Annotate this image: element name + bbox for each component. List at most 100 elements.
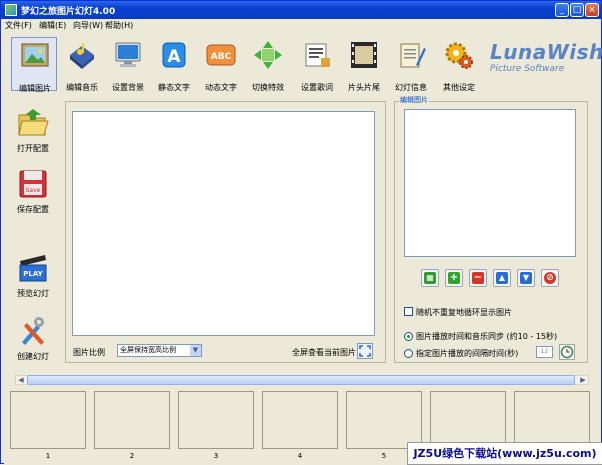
save-config-button[interactable]: Save 保存配置 xyxy=(7,168,59,228)
scrollbar-thumb[interactable] xyxy=(27,375,575,385)
monitor-icon xyxy=(115,42,141,67)
sidebar-label: 预览幻灯 xyxy=(17,289,49,298)
tool-label: 静态文字 xyxy=(158,83,190,92)
thumbnail-number: 4 xyxy=(297,452,303,460)
clock-icon xyxy=(560,345,574,359)
tool-intro-outro[interactable]: 片头片尾 xyxy=(341,37,387,92)
sync-music-radio[interactable] xyxy=(404,332,413,341)
thumbnail-slot[interactable] xyxy=(262,391,338,449)
thumbnail-slot[interactable] xyxy=(514,391,590,449)
ratio-value: 全屏保持宽高比例 xyxy=(120,346,176,354)
save-disk-icon: Save xyxy=(19,170,47,198)
clear-all-button[interactable]: ⊘ xyxy=(541,269,559,287)
menu-file[interactable]: 文件(F) xyxy=(5,20,32,31)
tool-label: 编辑音乐 xyxy=(66,83,98,92)
sidebar-label: 保存配置 xyxy=(17,205,49,214)
custom-interval-label: 指定图片播放的间隔时间(秒) xyxy=(416,349,519,358)
tool-label: 设置歌词 xyxy=(301,83,333,92)
svg-text:PLAY: PLAY xyxy=(23,270,43,278)
expand-icon xyxy=(359,345,371,357)
tool-label: 片头片尾 xyxy=(348,83,380,92)
picture-canvas[interactable] xyxy=(72,111,375,336)
edit-group-label: 编辑图片 xyxy=(399,95,429,105)
plus-icon: + xyxy=(448,272,460,284)
tool-label: 动态文字 xyxy=(205,83,237,92)
open-folder-icon xyxy=(18,109,49,136)
tool-label: 其他设定 xyxy=(443,83,475,92)
window-title: 梦幻之旅图片幻灯4.00 xyxy=(21,7,116,17)
title-bar[interactable]: 梦幻之旅图片幻灯4.00 _ □ × xyxy=(1,1,601,19)
open-config-button[interactable]: 打开配置 xyxy=(7,107,59,167)
ratio-select[interactable]: 全屏保持宽高比例 ▼ xyxy=(117,344,202,357)
custom-interval-radio[interactable] xyxy=(404,349,413,358)
picture-frame-icon xyxy=(21,43,49,67)
maximize-button[interactable]: □ xyxy=(570,3,584,17)
sidebar-label: 创建幻灯 xyxy=(17,352,49,361)
tool-edit-pictures[interactable]: 编辑图片 xyxy=(11,37,57,93)
sync-music-label: 图片播放时间和音乐同步 (约10 - 15秒) xyxy=(416,332,558,341)
tool-transition-effects[interactable]: 切换特效 xyxy=(245,37,291,92)
site-watermark: JZ5U绿色下载站(www.jz5u.com) xyxy=(407,442,602,465)
create-slideshow-button[interactable]: 创建幻灯 xyxy=(7,315,59,375)
random-loop-label: 随机不重复地循环显示图片 xyxy=(416,308,512,317)
scroll-right-icon[interactable]: ▶ xyxy=(577,375,589,385)
svg-text:A: A xyxy=(167,47,181,67)
svg-text:ABC: ABC xyxy=(211,52,232,62)
thumbnail-slot[interactable] xyxy=(94,391,170,449)
abc-icon: ABC xyxy=(206,44,236,66)
close-button[interactable]: × xyxy=(585,3,599,17)
interval-input[interactable]: 12 xyxy=(536,346,553,358)
svg-text:Save: Save xyxy=(26,187,41,194)
app-icon xyxy=(5,4,17,16)
thumbnail-slot[interactable] xyxy=(10,391,86,449)
sidebar-label: 打开配置 xyxy=(17,144,49,153)
tool-other-settings[interactable]: 其他设定 xyxy=(436,37,482,92)
tool-label: 编辑图片 xyxy=(19,84,51,93)
tool-static-text[interactable]: A 静态文字 xyxy=(151,37,197,92)
menu-help[interactable]: 帮助(H) xyxy=(105,20,133,31)
tool-set-background[interactable]: 设置背景 xyxy=(105,37,151,92)
random-loop-checkbox[interactable] xyxy=(404,307,413,316)
thumbnail-number: 1 xyxy=(45,452,51,460)
gears-icon xyxy=(445,42,473,69)
menu-bar: 文件(F) 编辑(E) 向导(W) 帮助(H) xyxy=(2,19,600,32)
thumbnail-slot[interactable] xyxy=(430,391,506,449)
select-all-button[interactable]: ▦ xyxy=(421,269,439,287)
notepad-icon xyxy=(400,43,426,68)
remove-picture-button[interactable]: − xyxy=(469,269,487,287)
fullscreen-label: 全屏查看当前图片 xyxy=(292,348,356,357)
arrow-up-icon: ▲ xyxy=(496,272,508,284)
fullscreen-button[interactable] xyxy=(357,343,373,359)
move-up-button[interactable]: ▲ xyxy=(493,269,511,287)
tool-label: 设置背景 xyxy=(112,83,144,92)
minus-icon: − xyxy=(472,272,484,284)
lyrics-icon xyxy=(305,43,330,67)
chevron-down-icon[interactable]: ▼ xyxy=(190,345,201,356)
minimize-button[interactable]: _ xyxy=(555,3,569,17)
ratio-label: 图片比例 xyxy=(73,348,105,357)
menu-wizard[interactable]: 向导(W) xyxy=(73,20,103,31)
tool-edit-music[interactable]: 编辑音乐 xyxy=(59,37,105,92)
interval-timer-button[interactable] xyxy=(559,344,575,360)
film-icon xyxy=(351,42,377,68)
thumbnail-slot[interactable] xyxy=(346,391,422,449)
tool-label: 幻灯信息 xyxy=(395,83,427,92)
brand-tagline: Picture Software xyxy=(490,64,565,74)
thumbnail-number: 3 xyxy=(213,452,219,460)
no-entry-icon: ⊘ xyxy=(544,272,556,284)
menu-edit[interactable]: 编辑(E) xyxy=(39,20,66,31)
tool-slideshow-info[interactable]: 幻灯信息 xyxy=(388,37,434,92)
tool-dynamic-text[interactable]: ABC 动态文字 xyxy=(198,37,244,92)
grid-icon: ▦ xyxy=(424,272,436,284)
preview-slideshow-button[interactable]: PLAY 预览幻灯 xyxy=(7,252,59,312)
scroll-left-icon[interactable]: ◀ xyxy=(15,375,27,385)
tool-set-lyrics[interactable]: 设置歌词 xyxy=(294,37,340,92)
music-icon xyxy=(70,43,94,69)
add-picture-button[interactable]: + xyxy=(445,269,463,287)
picture-preview xyxy=(404,109,576,257)
tools-icon xyxy=(22,317,44,345)
thumbnail-slot[interactable] xyxy=(178,391,254,449)
arrows-icon xyxy=(254,41,282,69)
move-down-button[interactable]: ▼ xyxy=(517,269,535,287)
brand-name: LunaWish xyxy=(490,40,602,64)
